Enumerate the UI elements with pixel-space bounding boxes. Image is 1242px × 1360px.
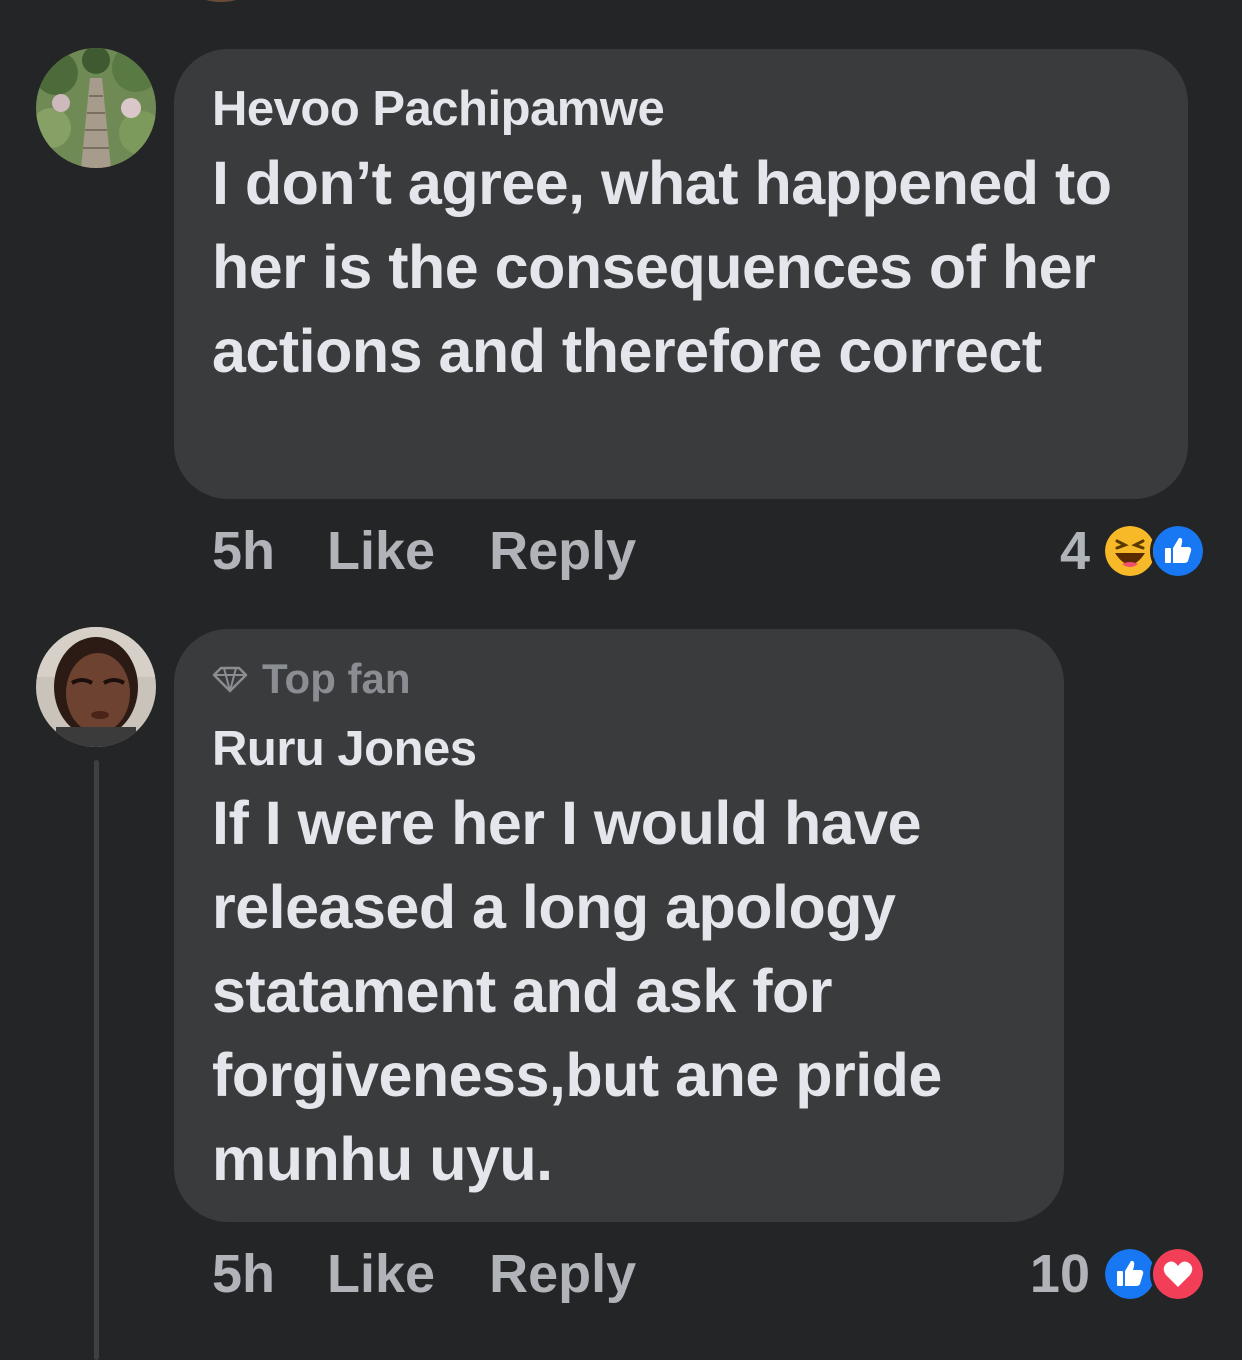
avatar-portrait-image [36,627,156,747]
comment-bubble: Top fan Ruru Jones If I were her I would… [174,629,1064,1222]
diamond-icon [212,666,248,693]
top-fan-badge: Top fan [212,651,1028,707]
like-button[interactable]: Like [327,1243,435,1305]
reaction-summary[interactable]: 4 [1060,520,1206,582]
comment-timestamp[interactable]: 5h [212,520,275,582]
like-button[interactable]: Like [327,520,435,582]
avatar[interactable] [36,48,156,168]
reaction-summary[interactable]: 10 [1030,1243,1206,1305]
previous-comment-avatar [198,0,244,2]
reply-button[interactable]: Reply [489,1243,636,1305]
comment-actions: 5h Like Reply [212,520,636,582]
reply-button[interactable]: Reply [489,520,636,582]
comment-timestamp[interactable]: 5h [212,1243,275,1305]
comment-author[interactable]: Ruru Jones [212,717,1028,781]
comment-text: I don’t agree, what happened to her is t… [212,149,1112,385]
avatar-garden-image [36,48,156,168]
love-icon [1150,1246,1206,1302]
reaction-count: 4 [1059,521,1090,581]
comment-text: If I were her I would have released a lo… [212,789,942,1193]
reply-thread-line [94,760,99,1360]
badge-label: Top fan [262,655,411,702]
comment-actions: 5h Like Reply [212,1243,636,1305]
comment-bubble: Hevoo Pachipamwe I don’t agree, what hap… [174,49,1188,499]
reaction-count: 10 [1029,1244,1090,1304]
comment-author[interactable]: Hevoo Pachipamwe [212,77,1152,141]
like-icon [1150,523,1206,579]
avatar[interactable] [36,627,156,747]
